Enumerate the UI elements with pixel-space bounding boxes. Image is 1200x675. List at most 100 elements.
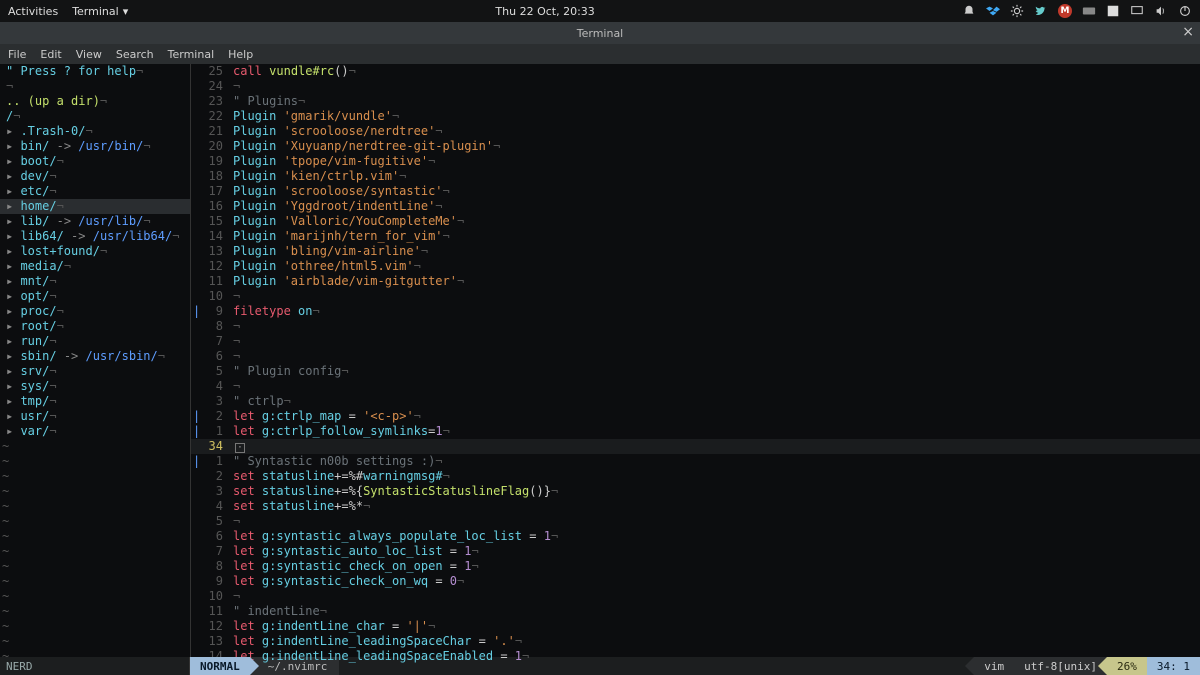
nerdtree-line[interactable]: ▸ sbin/ -> /usr/sbin/¬: [0, 349, 190, 364]
code-line[interactable]: 11" indentLine¬: [191, 604, 1200, 619]
nerdtree-line[interactable]: ▸ usr/¬: [0, 409, 190, 424]
nerdtree-line[interactable]: .. (up a dir)¬: [0, 94, 190, 109]
window-titlebar[interactable]: Terminal ×: [0, 22, 1200, 44]
nerdtree-line[interactable]: ▸ lib64/ -> /usr/lib64/¬: [0, 229, 190, 244]
menu-help[interactable]: Help: [228, 48, 253, 61]
mega-icon[interactable]: M: [1058, 4, 1072, 18]
empty-line: ~: [0, 469, 190, 484]
code-line[interactable]: 15Plugin 'Valloric/YouCompleteMe'¬: [191, 214, 1200, 229]
empty-line: ~: [0, 439, 190, 454]
vim-editor[interactable]: " Press ? for help¬¬.. (up a dir)¬/¬▸ .T…: [0, 64, 1200, 657]
empty-line: ~: [0, 604, 190, 619]
nerdtree-line[interactable]: ▸ run/¬: [0, 334, 190, 349]
status-filetype: vim: [974, 657, 1014, 675]
code-line[interactable]: 5¬: [191, 514, 1200, 529]
terminal-menubar: File Edit View Search Terminal Help: [0, 44, 1200, 64]
power-icon[interactable]: [1178, 4, 1192, 18]
code-line[interactable]: 18Plugin 'kien/ctrlp.vim'¬: [191, 169, 1200, 184]
code-line[interactable]: 5" Plugin config¬: [191, 364, 1200, 379]
monitor-icon[interactable]: [1130, 4, 1144, 18]
volume-icon[interactable]: [1154, 4, 1168, 18]
menu-search[interactable]: Search: [116, 48, 154, 61]
status-percent: 26%: [1107, 657, 1147, 675]
keyboard-icon[interactable]: [1082, 4, 1096, 18]
nerdtree-line[interactable]: ▸ opt/¬: [0, 289, 190, 304]
code-panel[interactable]: 25call vundle#rc()¬24¬23" Plugins¬22Plug…: [191, 64, 1200, 657]
nerdtree-panel[interactable]: " Press ? for help¬¬.. (up a dir)¬/¬▸ .T…: [0, 64, 190, 657]
code-line[interactable]: 22Plugin 'gmarik/vundle'¬: [191, 109, 1200, 124]
empty-line: ~: [0, 544, 190, 559]
nerdtree-line[interactable]: ▸ root/¬: [0, 319, 190, 334]
menu-edit[interactable]: Edit: [40, 48, 61, 61]
code-line[interactable]: 14Plugin 'marijnh/tern_for_vim'¬: [191, 229, 1200, 244]
nerdtree-line[interactable]: ▸ lib/ -> /usr/lib/¬: [0, 214, 190, 229]
dropbox-icon[interactable]: [986, 4, 1000, 18]
code-line[interactable]: 10¬: [191, 289, 1200, 304]
menu-terminal[interactable]: Terminal: [168, 48, 215, 61]
nerdtree-line[interactable]: ▸ dev/¬: [0, 169, 190, 184]
nerdtree-line[interactable]: ▸ sys/¬: [0, 379, 190, 394]
code-line[interactable]: 7let g:syntastic_auto_loc_list = 1¬: [191, 544, 1200, 559]
nerdtree-line[interactable]: /¬: [0, 109, 190, 124]
code-line[interactable]: 2set statusline+=%#warningmsg#¬: [191, 469, 1200, 484]
nerdtree-line[interactable]: ▸ etc/¬: [0, 184, 190, 199]
code-line[interactable]: 6¬: [191, 349, 1200, 364]
nerdtree-line[interactable]: ▸ tmp/¬: [0, 394, 190, 409]
activities-button[interactable]: Activities: [8, 5, 58, 18]
nerdtree-line[interactable]: ▸ boot/¬: [0, 154, 190, 169]
code-line[interactable]: 4¬: [191, 379, 1200, 394]
code-line[interactable]: |2let g:ctrlp_map = '<c-p>'¬: [191, 409, 1200, 424]
notification-icon[interactable]: [962, 4, 976, 18]
nerdtree-line[interactable]: ▸ proc/¬: [0, 304, 190, 319]
code-line[interactable]: 7¬: [191, 334, 1200, 349]
empty-line: ~: [0, 559, 190, 574]
code-line[interactable]: 24¬: [191, 79, 1200, 94]
nerdtree-line[interactable]: ▸ srv/¬: [0, 364, 190, 379]
code-line[interactable]: 3set statusline+=%{SyntasticStatuslineFl…: [191, 484, 1200, 499]
nerdtree-line[interactable]: ▸ mnt/¬: [0, 274, 190, 289]
empty-line: ~: [0, 649, 190, 664]
code-line[interactable]: 6let g:syntastic_always_populate_loc_lis…: [191, 529, 1200, 544]
menu-view[interactable]: View: [76, 48, 102, 61]
code-line[interactable]: 19Plugin 'tpope/vim-fugitive'¬: [191, 154, 1200, 169]
empty-line: ~: [0, 634, 190, 649]
nerdtree-line[interactable]: ▸ var/¬: [0, 424, 190, 439]
nerdtree-line[interactable]: ▸ home/¬: [0, 199, 190, 214]
code-line[interactable]: 17Plugin 'scrooloose/syntastic'¬: [191, 184, 1200, 199]
clock[interactable]: Thu 22 Oct, 20:33: [128, 5, 962, 18]
code-line[interactable]: 16Plugin 'Yggdroot/indentLine'¬: [191, 199, 1200, 214]
nerdtree-line[interactable]: " Press ? for help¬: [0, 64, 190, 79]
code-line[interactable]: 23" Plugins¬: [191, 94, 1200, 109]
code-line[interactable]: 13Plugin 'bling/vim-airline'¬: [191, 244, 1200, 259]
code-line[interactable]: 4set statusline+=%*¬: [191, 499, 1200, 514]
nerdtree-line[interactable]: ▸ lost+found/¬: [0, 244, 190, 259]
nerdtree-line[interactable]: ▸ bin/ -> /usr/bin/¬: [0, 139, 190, 154]
code-line[interactable]: |1" Syntastic n00b settings :)¬: [191, 454, 1200, 469]
user-icon[interactable]: [1106, 4, 1120, 18]
active-app-label: Terminal: [72, 5, 119, 18]
code-line[interactable]: 13let g:indentLine_leadingSpaceChar = '.…: [191, 634, 1200, 649]
menu-file[interactable]: File: [8, 48, 26, 61]
code-line[interactable]: 10¬: [191, 589, 1200, 604]
code-line[interactable]: 12Plugin 'othree/html5.vim'¬: [191, 259, 1200, 274]
code-line[interactable]: |9filetype on¬: [191, 304, 1200, 319]
nerdtree-line[interactable]: ¬: [0, 79, 190, 94]
nerdtree-line[interactable]: ▸ .Trash-0/¬: [0, 124, 190, 139]
code-line[interactable]: 9let g:syntastic_check_on_wq = 0¬: [191, 574, 1200, 589]
code-line[interactable]: 12let g:indentLine_char = '|'¬: [191, 619, 1200, 634]
code-line[interactable]: 8¬: [191, 319, 1200, 334]
code-line[interactable]: 25call vundle#rc()¬: [191, 64, 1200, 79]
code-line[interactable]: 21Plugin 'scrooloose/nerdtree'¬: [191, 124, 1200, 139]
code-line[interactable]: 8let g:syntastic_check_on_open = 1¬: [191, 559, 1200, 574]
window-close-button[interactable]: ×: [1182, 25, 1194, 39]
code-line[interactable]: 11Plugin 'airblade/vim-gitgutter'¬: [191, 274, 1200, 289]
bird-icon[interactable]: [1034, 4, 1048, 18]
nerdtree-line[interactable]: ▸ media/¬: [0, 259, 190, 274]
code-line[interactable]: 3" ctrlp¬: [191, 394, 1200, 409]
empty-line: ~: [0, 454, 190, 469]
code-line[interactable]: |1let g:ctrlp_follow_symlinks=1¬: [191, 424, 1200, 439]
code-line[interactable]: 34·: [191, 439, 1200, 454]
code-line[interactable]: 20Plugin 'Xuyuanp/nerdtree-git-plugin'¬: [191, 139, 1200, 154]
settings-icon[interactable]: [1010, 4, 1024, 18]
active-app-indicator[interactable]: Terminal ▾: [68, 5, 128, 18]
